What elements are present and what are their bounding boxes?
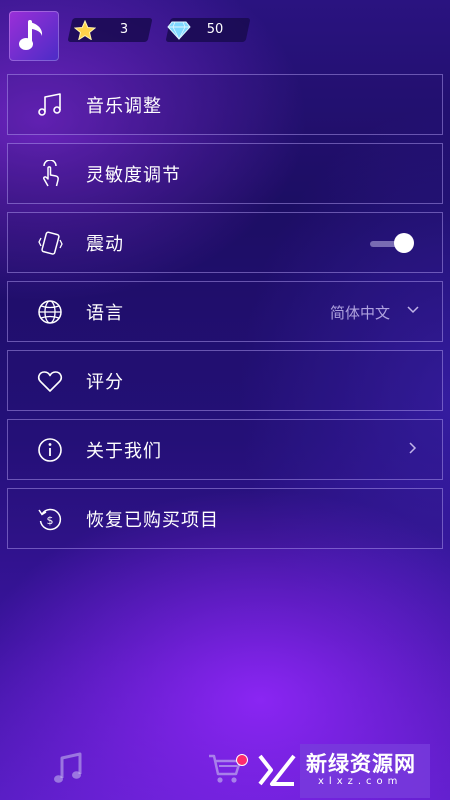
svg-text:$: $	[47, 514, 54, 527]
watermark-logo-icon	[258, 754, 296, 786]
language-value[interactable]: 简体中文	[330, 302, 390, 323]
restore-purchase-icon: $	[38, 508, 62, 531]
menu-item-label: 评分	[86, 372, 124, 393]
music-notes-icon	[38, 93, 61, 116]
menu-item-sensitivity[interactable]: 灵敏度调节	[7, 143, 443, 204]
menu-item-vibration[interactable]: 震动	[7, 212, 443, 273]
watermark-title: 新绿资源网	[306, 752, 416, 776]
menu-item-about[interactable]: 关于我们	[7, 419, 443, 480]
star-icon	[74, 20, 96, 40]
stars-count: 3	[119, 22, 129, 37]
menu-item-rate[interactable]: 评分	[7, 350, 443, 411]
bottom-nav: 新绿资源网 xlxz.com	[0, 740, 450, 800]
info-icon	[38, 438, 62, 462]
chevron-right-icon	[409, 442, 417, 454]
menu-item-restore-purchases[interactable]: $ 恢复已购买项目	[7, 488, 443, 549]
music-note-icon[interactable]	[52, 750, 86, 788]
menu-item-label: 语言	[86, 303, 124, 324]
diamond-icon	[167, 21, 191, 40]
cart-notification-badge	[236, 754, 248, 766]
menu-item-label: 灵敏度调节	[86, 165, 181, 186]
menu-item-label: 音乐调整	[86, 96, 162, 117]
gems-count: 50	[206, 22, 224, 37]
phone-vibrate-icon	[38, 231, 63, 255]
top-bar: 3 50	[0, 0, 450, 62]
menu-item-label: 震动	[86, 234, 124, 255]
heart-icon	[37, 371, 63, 392]
watermark-subtitle: xlxz.com	[318, 776, 403, 787]
menu-item-label: 关于我们	[86, 441, 162, 462]
menu-item-language[interactable]: 语言 简体中文	[7, 281, 443, 342]
app-logo[interactable]	[9, 11, 59, 61]
globe-icon	[38, 300, 62, 324]
music-note-logo-icon	[19, 20, 43, 50]
settings-menu: 音乐调整 灵敏度调节 震动 语言 简体中文 评分 关于我们 $ 恢复已购买项目	[7, 74, 443, 557]
touch-gesture-icon	[43, 160, 59, 187]
menu-item-label: 恢复已购买项目	[86, 510, 219, 531]
chevron-down-icon	[407, 306, 419, 314]
vibration-toggle-knob[interactable]	[394, 233, 414, 253]
menu-item-music-adjust[interactable]: 音乐调整	[7, 74, 443, 135]
